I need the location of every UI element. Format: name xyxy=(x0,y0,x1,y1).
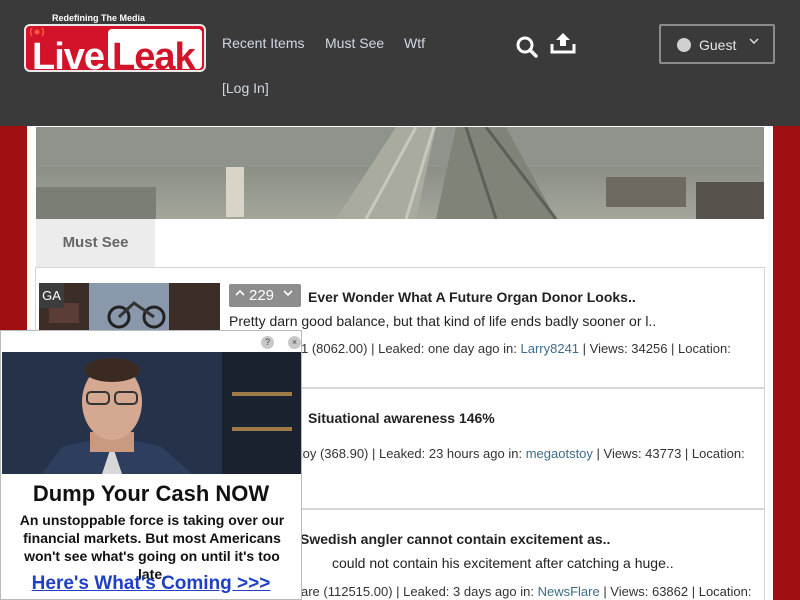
item-channel-link[interactable]: Larry8241 xyxy=(520,341,579,356)
item-meta: toy (368.90) | Leaked: 23 hours ago in: … xyxy=(299,446,745,461)
guest-label: Guest xyxy=(699,37,737,53)
guest-user-menu[interactable]: Guest xyxy=(659,24,775,64)
featured-banner-image[interactable] xyxy=(36,127,764,219)
ad-headline[interactable]: Dump Your Cash NOW xyxy=(1,481,301,507)
item-channel-link[interactable]: megaotstoy xyxy=(526,446,593,461)
item-title[interactable]: Situational awareness 146% xyxy=(308,410,495,426)
ad-cta-link[interactable]: Here's What's Coming >>> xyxy=(1,573,301,595)
item-description: Pretty darn good balance, but that kind … xyxy=(229,313,657,329)
item-title[interactable]: Ever Wonder What A Future Organ Donor Lo… xyxy=(308,289,636,305)
item-meta-suffix: | Views: 43773 | Location: xyxy=(592,446,745,461)
item-meta-prefix: are (112515.00) | Leaked: 3 days ago in: xyxy=(301,584,538,599)
item-meta-prefix: 1 (8062.00) | Leaked: one day ago in: xyxy=(301,341,521,356)
downvote-icon[interactable] xyxy=(283,287,293,302)
liveleak-logo[interactable]: Redefining The Media Live Leak xyxy=(24,12,206,78)
item-title[interactable]: Swedish angler cannot contain excitement… xyxy=(300,531,610,547)
item-meta-prefix: toy (368.90) | Leaked: 23 hours ago in: xyxy=(299,446,526,461)
item-channel-link[interactable]: NewsFlare xyxy=(538,584,600,599)
item-badge: GA xyxy=(39,283,64,308)
page-side-background-right xyxy=(773,126,800,600)
logo-word-live: Live xyxy=(32,36,105,78)
vote-widget[interactable]: 229 xyxy=(229,284,301,307)
chevron-down-icon xyxy=(749,35,759,50)
item-meta-suffix: | Views: 34256 | Location: xyxy=(579,341,731,356)
logo-tagline: Redefining The Media xyxy=(52,13,146,23)
nav-log-in[interactable]: [Log In] xyxy=(222,80,269,96)
item-meta-suffix: | Views: 63862 | Location: xyxy=(599,584,752,599)
tab-must-see[interactable]: Must See xyxy=(36,219,155,267)
nav-wtf[interactable]: Wtf xyxy=(404,35,425,51)
ad-image[interactable] xyxy=(2,352,301,474)
nav-recent-items[interactable]: Recent Items xyxy=(222,35,304,51)
vote-count: 229 xyxy=(249,287,275,304)
site-header: Redefining The Media Live Leak Recent It… xyxy=(0,0,800,126)
ad-toolbar: ? × xyxy=(1,331,301,352)
item-thumbnail[interactable]: GA xyxy=(39,283,220,331)
logo-word-leak: Leak xyxy=(112,36,196,78)
item-meta: 1 (8062.00) | Leaked: one day ago in: La… xyxy=(301,341,731,356)
logo-plate: Live Leak xyxy=(24,24,206,78)
upload-icon[interactable] xyxy=(550,31,576,55)
search-icon[interactable] xyxy=(515,35,539,59)
ad-help-icon[interactable]: ? xyxy=(261,336,274,349)
user-icon xyxy=(677,38,691,52)
advertisement-popup[interactable]: ? × Dump Your Cash NOW An unstoppable fo… xyxy=(0,330,302,600)
item-meta: are (112515.00) | Leaked: 3 days ago in:… xyxy=(301,584,751,599)
item-description: could not contain his excitement after c… xyxy=(332,555,674,571)
upvote-icon[interactable] xyxy=(235,287,245,302)
nav-must-see[interactable]: Must See xyxy=(325,35,384,51)
ad-close-icon[interactable]: × xyxy=(288,336,301,349)
